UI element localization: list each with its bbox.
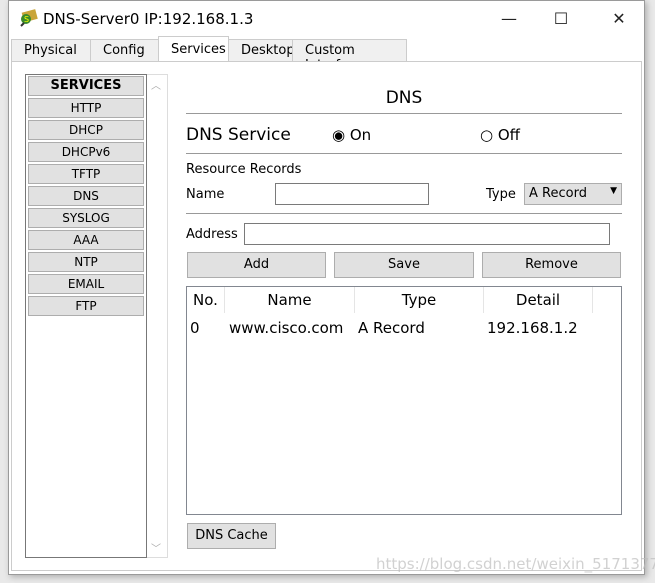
- service-tftp[interactable]: TFTP: [28, 164, 144, 184]
- type-select-value: A Record: [529, 186, 587, 201]
- minimize-button[interactable]: —: [489, 7, 529, 31]
- window-title: DNS-Server0 IP:192.168.1.3: [43, 10, 254, 28]
- cell-name: www.cisco.com: [229, 319, 344, 337]
- services-list: SERVICES HTTP DHCP DHCPv6 TFTP DNS SYSLO…: [25, 74, 147, 558]
- type-label: Type: [486, 187, 516, 202]
- name-input[interactable]: [275, 183, 429, 205]
- radio-off[interactable]: ○ Off: [480, 126, 520, 144]
- service-email[interactable]: EMAIL: [28, 274, 144, 294]
- services-header: SERVICES: [28, 76, 144, 96]
- column-header-type[interactable]: Type: [355, 287, 484, 313]
- service-dhcp[interactable]: DHCP: [28, 120, 144, 140]
- cell-no: 0: [190, 319, 200, 337]
- cell-detail: 192.168.1.2: [487, 319, 578, 337]
- name-label: Name: [186, 187, 225, 202]
- add-button[interactable]: Add: [187, 252, 326, 278]
- radio-on[interactable]: ◉ On: [332, 126, 371, 144]
- service-dns[interactable]: DNS: [28, 186, 144, 206]
- dns-panel: DNS DNS Service ◉ On ○ Off Resource Reco…: [186, 62, 622, 562]
- watermark: https://blog.csdn.net/weixin_51713776: [376, 555, 655, 573]
- resource-records-label: Resource Records: [186, 162, 302, 177]
- tab-physical[interactable]: Physical: [11, 39, 91, 61]
- title-bar: S DNS-Server0 IP:192.168.1.3 — ☐ ✕: [9, 1, 644, 37]
- radio-off-label: Off: [497, 126, 521, 144]
- svg-text:S: S: [24, 15, 29, 24]
- address-label: Address: [186, 227, 238, 242]
- dns-cache-button[interactable]: DNS Cache: [187, 523, 276, 549]
- dns-service-label: DNS Service: [186, 125, 291, 145]
- column-header-detail[interactable]: Detail: [484, 287, 593, 313]
- dns-title: DNS: [385, 88, 423, 108]
- address-input[interactable]: [244, 223, 610, 245]
- service-dhcpv6[interactable]: DHCPv6: [28, 142, 144, 162]
- service-ftp[interactable]: FTP: [28, 296, 144, 316]
- tab-config[interactable]: Config: [90, 39, 159, 61]
- column-header-no[interactable]: No.: [187, 287, 225, 313]
- divider: [186, 153, 622, 154]
- save-button[interactable]: Save: [334, 252, 474, 278]
- tab-bar: Physical Config Services Desktop Custom …: [11, 36, 407, 73]
- service-ntp[interactable]: NTP: [28, 252, 144, 272]
- tab-desktop[interactable]: Desktop: [228, 39, 295, 61]
- scroll-down-icon[interactable]: ﹀: [151, 540, 161, 555]
- service-syslog[interactable]: SYSLOG: [28, 208, 144, 228]
- maximize-button[interactable]: ☐: [541, 7, 581, 31]
- dns-server-window: S DNS-Server0 IP:192.168.1.3 — ☐ ✕ Physi…: [8, 0, 645, 575]
- service-aaa[interactable]: AAA: [28, 230, 144, 250]
- scroll-up-icon[interactable]: ︿: [151, 77, 161, 92]
- cell-type: A Record: [358, 319, 425, 337]
- tab-services[interactable]: Services: [158, 36, 229, 60]
- dropdown-arrow-icon: ▼: [610, 186, 617, 196]
- radio-on-label: On: [349, 126, 372, 144]
- service-http[interactable]: HTTP: [28, 98, 144, 118]
- dns-records-table: No. Name Type Detail 0 www.cisco.com A R…: [186, 286, 622, 515]
- services-scrollbar[interactable]: ︿ ﹀: [147, 74, 168, 558]
- type-select[interactable]: A Record ▼: [524, 183, 622, 205]
- divider: [186, 113, 622, 114]
- server-app-icon: S: [20, 9, 38, 27]
- remove-button[interactable]: Remove: [482, 252, 621, 278]
- services-content: SERVICES HTTP DHCP DHCPv6 TFTP DNS SYSLO…: [11, 61, 642, 571]
- tab-custom-interface[interactable]: Custom Interface: [292, 39, 407, 73]
- close-button[interactable]: ✕: [599, 7, 639, 31]
- column-header-name[interactable]: Name: [225, 287, 355, 313]
- divider: [186, 213, 622, 214]
